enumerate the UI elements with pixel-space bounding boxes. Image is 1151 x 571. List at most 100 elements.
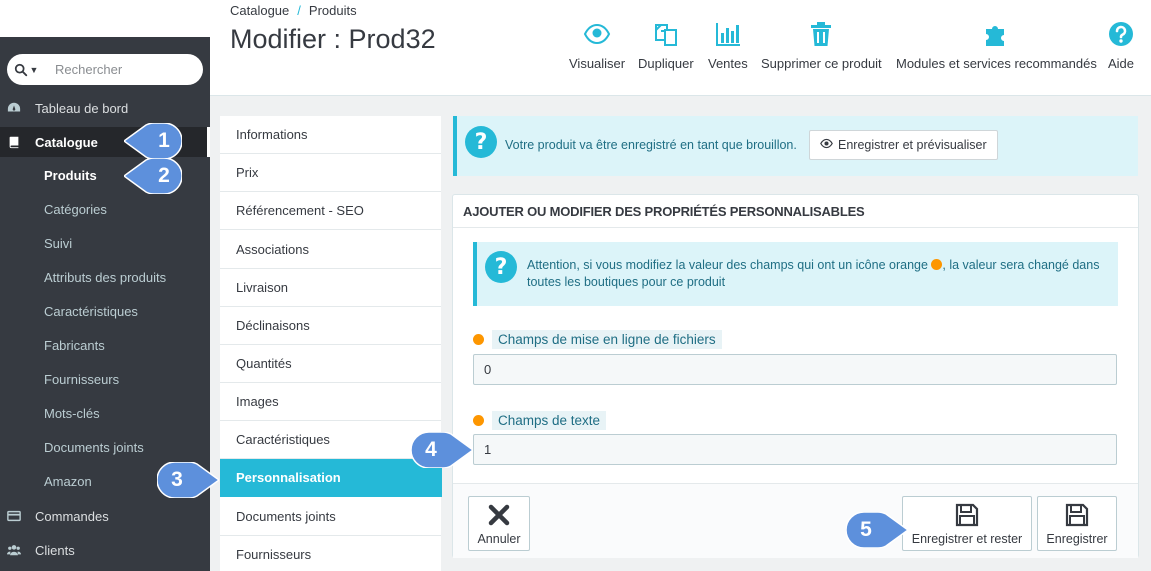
help-icon — [1107, 18, 1135, 50]
customization-panel: AJOUTER OU MODIFIER DES PROPRIÉTÉS PERSO… — [452, 194, 1139, 558]
tab-seo[interactable]: Référencement - SEO — [220, 192, 441, 230]
breadcrumb-item-catalogue[interactable]: Catalogue — [230, 3, 289, 18]
orange-dot-icon — [473, 334, 484, 345]
catalog-book-icon — [0, 135, 28, 149]
toolbar-label: Aide — [1107, 56, 1135, 71]
toolbar-visualiser-button[interactable]: Visualiser — [569, 18, 625, 71]
sidebar-subitem-amazon[interactable]: Amazon — [44, 467, 92, 495]
warning-alert: ? Attention, si vous modifiez la valeur … — [473, 242, 1118, 306]
sidebar-item-label: Clients — [35, 542, 75, 558]
callout-marker-2: 2 — [124, 158, 182, 194]
puzzle-icon — [982, 18, 1010, 50]
bar-chart-icon — [714, 18, 742, 50]
breadcrumb: Catalogue / Produits — [230, 3, 357, 18]
button-label: Enregistrer et rester — [911, 531, 1023, 546]
tab-personnalisation[interactable]: Personnalisation — [220, 459, 442, 497]
sidebar-subitem-features[interactable]: Caractéristiques — [44, 297, 138, 325]
toolbar-label: Dupliquer — [638, 56, 694, 71]
file-fields-input[interactable]: 0 — [473, 354, 1117, 385]
sidebar-item-dashboard[interactable]: Tableau de bord — [0, 93, 210, 123]
toolbar-dupliquer-button[interactable]: Dupliquer — [638, 18, 694, 71]
tab-fournisseurs[interactable]: Fournisseurs — [220, 536, 441, 571]
sidebar-subitem-attachments[interactable]: Documents joints — [44, 433, 144, 461]
save-disk-icon — [1065, 503, 1089, 526]
page-header: Catalogue / Produits Modifier : Prod32 Vis… — [210, 0, 1151, 96]
sidebar-subitem-categories[interactable]: Catégories — [44, 195, 107, 223]
search-box[interactable]: ▼ Rechercher — [7, 54, 203, 85]
sidebar-subitem-suivi[interactable]: Suivi — [44, 229, 72, 257]
trash-icon — [807, 18, 835, 50]
eye-icon — [820, 137, 833, 153]
credit-card-icon — [0, 509, 28, 523]
warning-alert-text: Attention, si vous modifiez la valeur de… — [527, 257, 1117, 291]
tab-prix[interactable]: Prix — [220, 154, 441, 192]
tab-associations[interactable]: Associations — [220, 231, 441, 269]
callout-marker-3: 3 — [157, 462, 219, 498]
text-fields-input[interactable]: 1 — [473, 434, 1117, 465]
save-and-stay-button[interactable]: Enregistrer et rester — [902, 496, 1032, 551]
orange-dot-icon — [931, 259, 943, 270]
sidebar-item-label: Catalogue — [35, 134, 98, 150]
callout-marker-4: 4 — [411, 432, 473, 468]
tab-quantites[interactable]: Quantités — [220, 345, 441, 383]
callout-number: 2 — [158, 164, 170, 187]
copy-icon — [652, 18, 680, 50]
close-icon — [488, 504, 510, 525]
toolbar-supprimer-button[interactable]: Supprimer ce produit — [761, 18, 882, 71]
text-fields-label: Champs de texte — [473, 411, 607, 430]
toolbar-label: Supprimer ce produit — [761, 56, 882, 71]
toolbar-label: Ventes — [708, 56, 748, 71]
draft-alert: ? Votre produit va être enregistré en ta… — [453, 116, 1138, 176]
callout-number: 1 — [158, 129, 170, 152]
sidebar-subitem-suppliers[interactable]: Fournisseurs — [44, 365, 119, 393]
button-label: Annuler — [477, 531, 521, 546]
toolbar-ventes-button[interactable]: Ventes — [708, 18, 748, 71]
sidebar-item-label: Commandes — [35, 508, 109, 524]
sidebar-subitem-manufacturers[interactable]: Fabricants — [44, 331, 105, 359]
warning-text-part1: Attention, si vous modifiez la valeur de… — [527, 258, 932, 272]
breadcrumb-separator: / — [297, 3, 301, 18]
toolbar-label: Modules et services recommandés — [896, 56, 1097, 71]
field-label-text: Champs de texte — [492, 411, 607, 430]
chevron-down-icon: ▼ — [29, 64, 39, 75]
page-title: Modifier : Prod32 — [230, 24, 436, 54]
tab-informations[interactable]: Informations — [220, 116, 441, 154]
callout-number: 4 — [425, 438, 437, 461]
toolbar-aide-button[interactable]: Aide — [1107, 18, 1135, 71]
button-label: Enregistrer et prévisualiser — [838, 138, 987, 152]
toolbar-modules-button[interactable]: Modules et services recommandés — [896, 18, 1097, 71]
orange-dot-icon — [473, 415, 484, 426]
save-button[interactable]: Enregistrer — [1037, 496, 1117, 551]
help-icon: ? — [465, 126, 497, 158]
tab-documents-joints[interactable]: Documents joints — [220, 498, 441, 536]
sidebar-item-label: Tableau de bord — [35, 100, 129, 116]
callout-number: 3 — [171, 468, 183, 491]
callout-number: 5 — [860, 518, 872, 541]
save-disk-icon — [955, 503, 979, 526]
users-icon — [0, 543, 28, 557]
cancel-button[interactable]: Annuler — [468, 496, 530, 551]
field-label-text: Champs de mise en ligne de fichiers — [492, 330, 722, 349]
button-label: Enregistrer — [1046, 531, 1108, 546]
tab-livraison[interactable]: Livraison — [220, 269, 441, 307]
draft-alert-text: Votre produit va être enregistré en tant… — [505, 138, 797, 152]
save-and-preview-button[interactable]: Enregistrer et prévisualiser — [809, 130, 998, 160]
sidebar-subitem-produits[interactable]: Produits — [44, 161, 97, 189]
callout-marker-1: 1 — [124, 123, 182, 159]
sidebar-subitem-attributes[interactable]: Attributs des produits — [44, 263, 166, 291]
eye-icon — [583, 18, 611, 50]
sidebar-subitem-tags[interactable]: Mots-clés — [44, 399, 100, 427]
callout-marker-5: 5 — [846, 512, 908, 548]
tab-images[interactable]: Images — [220, 383, 441, 421]
tab-caracteristiques[interactable]: Caractéristiques — [220, 421, 441, 459]
search-input[interactable]: Rechercher — [55, 62, 122, 77]
help-icon: ? — [485, 251, 517, 283]
sidebar-item-commandes[interactable]: Commandes — [0, 501, 210, 531]
sidebar-item-clients[interactable]: Clients — [0, 535, 210, 565]
sidebar-top-area — [0, 0, 210, 37]
tab-declinaisons[interactable]: Déclinaisons — [220, 307, 441, 345]
file-fields-label: Champs de mise en ligne de fichiers — [473, 330, 722, 349]
search-icon[interactable]: ▼ — [7, 63, 45, 77]
breadcrumb-item-produits[interactable]: Produits — [309, 3, 357, 18]
dashboard-icon — [0, 101, 28, 115]
